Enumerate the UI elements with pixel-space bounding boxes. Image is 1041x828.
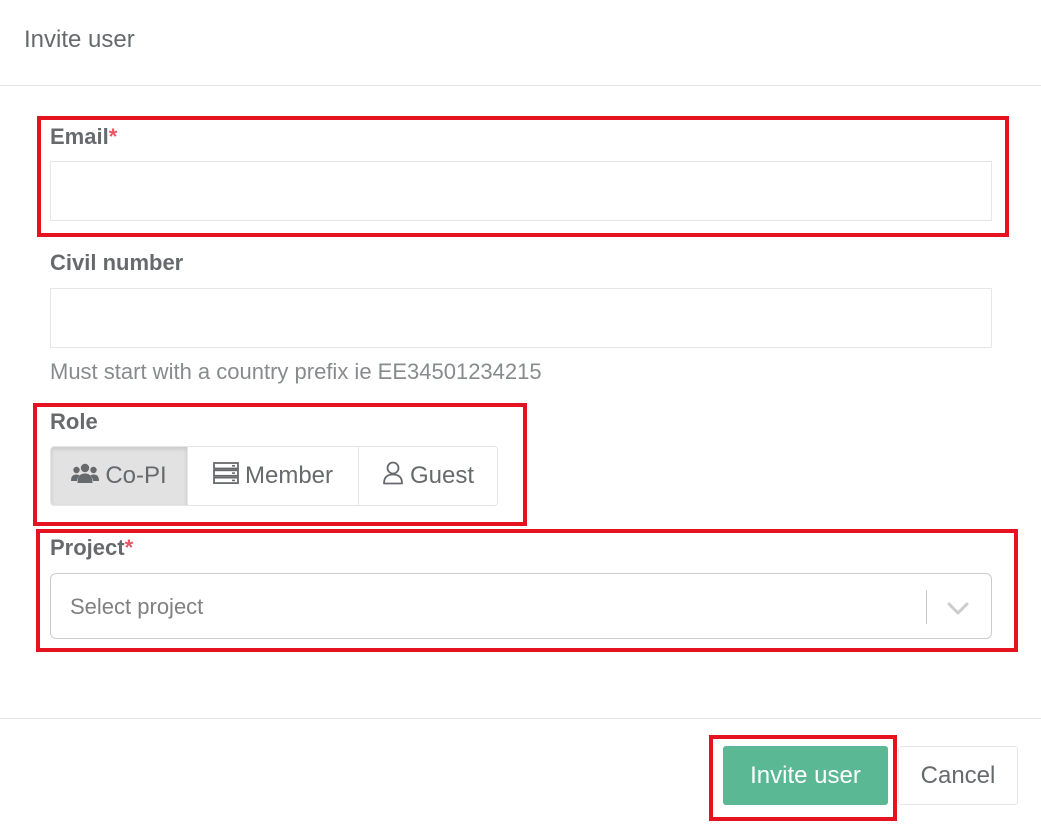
project-label-text: Project bbox=[50, 535, 125, 560]
email-input[interactable] bbox=[50, 161, 992, 221]
chevron-down-icon[interactable] bbox=[946, 596, 970, 625]
project-select-placeholder: Select project bbox=[70, 594, 204, 619]
role-option-label: Member bbox=[244, 462, 334, 489]
role-label: Role bbox=[50, 409, 98, 434]
select-separator bbox=[926, 590, 927, 624]
project-label: Project* bbox=[50, 535, 133, 561]
invite-user-button[interactable]: Invite user bbox=[723, 746, 888, 805]
email-label-text: Email bbox=[50, 124, 109, 149]
cancel-button[interactable]: Cancel bbox=[898, 746, 1018, 805]
civil-number-input[interactable] bbox=[50, 288, 992, 348]
civil-number-help: Must start with a country prefix ie EE34… bbox=[50, 359, 542, 384]
role-option-label: Guest bbox=[409, 462, 475, 489]
role-option-member[interactable]: Member bbox=[188, 447, 359, 505]
role-option-label: Co-PI bbox=[105, 462, 167, 489]
civil-number-label: Civil number bbox=[50, 250, 184, 275]
role-option-co-pi[interactable]: Co-PI bbox=[51, 447, 188, 505]
role-button-group: Co-PI Member Guest bbox=[50, 446, 498, 506]
users-icon bbox=[71, 462, 105, 491]
server-icon bbox=[213, 461, 245, 491]
email-required-mark: * bbox=[108, 124, 118, 149]
dialog-header: Invite user bbox=[0, 0, 1041, 86]
email-label: Email* bbox=[50, 124, 117, 150]
user-outline-icon bbox=[382, 461, 410, 492]
project-required-mark: * bbox=[124, 535, 134, 560]
dialog-title: Invite user bbox=[24, 26, 135, 53]
role-option-guest[interactable]: Guest bbox=[359, 447, 497, 505]
invite-user-dialog: Invite user Email* Civil number Must sta… bbox=[0, 0, 1041, 828]
project-select[interactable]: Select project bbox=[50, 573, 992, 639]
